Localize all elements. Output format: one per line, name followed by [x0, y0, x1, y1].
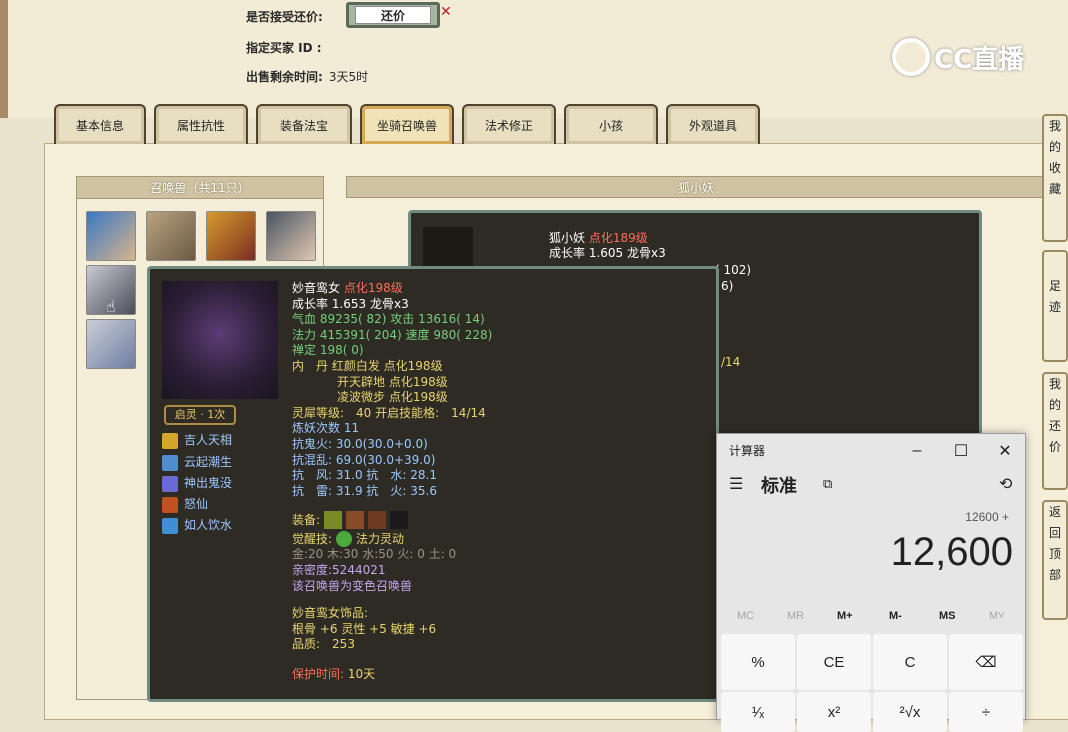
expression: 12600 +	[965, 510, 1009, 524]
watermark-logo: CC直播	[892, 34, 1038, 80]
calculator-mode: 标准	[761, 476, 797, 496]
skill-icon	[162, 433, 178, 449]
divide-button[interactable]: ÷	[949, 692, 1023, 732]
calculator-title: 计算器	[729, 444, 766, 458]
fox-frag: /14	[721, 355, 741, 369]
equipment-slot-icon	[368, 511, 387, 530]
mouse-cursor-icon: ☝	[106, 297, 116, 316]
summon-avatar[interactable]	[86, 319, 136, 369]
equipment-slot-icon	[390, 511, 409, 530]
skill-item: 如人饮水	[162, 518, 232, 534]
side-back-to-top[interactable]: 返回顶部	[1042, 500, 1068, 620]
c-button[interactable]: C	[873, 634, 947, 690]
summon-avatar[interactable]	[266, 211, 316, 261]
summon-list-title: 召唤兽（共11只）	[77, 177, 323, 199]
mc-button[interactable]: MC	[737, 610, 754, 622]
sqrt-button[interactable]: ²√x	[873, 692, 947, 732]
ms-button[interactable]: MS	[939, 610, 956, 622]
accept-counter-label: 是否接受还价:	[246, 10, 323, 24]
lingbadge: 启灵 · 1次	[164, 405, 236, 425]
maximize-icon[interactable]: ☐	[939, 436, 983, 466]
fox-frag: 6)	[721, 279, 734, 293]
counter-offer-button[interactable]: 还价	[346, 2, 440, 28]
tab-child[interactable]: 小孩	[564, 104, 658, 144]
skill-icon	[162, 497, 178, 513]
remaining-time: 出售剩余时间: 3天5时	[246, 70, 369, 84]
display: 12,600	[890, 530, 1013, 574]
summon-portrait	[162, 281, 278, 399]
logo-icon	[892, 38, 930, 76]
summon-avatar[interactable]	[146, 211, 196, 261]
tab-attributes[interactable]: 属性抗性	[154, 104, 248, 144]
summon-avatar[interactable]	[206, 211, 256, 261]
side-favorites[interactable]: 我的收藏	[1042, 114, 1068, 242]
awaken-skill-icon	[336, 531, 353, 548]
side-my-offers[interactable]: 我的还价	[1042, 372, 1068, 490]
mr-button[interactable]: MR	[787, 610, 804, 622]
equipment-slot-icon	[324, 511, 343, 530]
reciprocal-button[interactable]: ¹⁄ₓ	[721, 692, 795, 732]
tab-mounts-summons[interactable]: 坐骑召唤兽	[360, 104, 454, 144]
skill-item: 怒仙	[162, 497, 208, 513]
close-icon[interactable]: ✕	[440, 4, 452, 20]
ce-button[interactable]: CE	[797, 634, 871, 690]
tab-equipment[interactable]: 装备法宝	[256, 104, 352, 144]
skill-icon	[162, 476, 178, 492]
percent-button[interactable]: %	[721, 634, 795, 690]
side-footprint[interactable]: 足迹	[1042, 250, 1068, 362]
fox-frag: ( 102)	[715, 263, 752, 277]
backspace-button[interactable]: ⌫	[949, 634, 1023, 690]
skill-icon	[162, 518, 178, 534]
menu-icon[interactable]: ☰	[729, 474, 743, 494]
buyer-id-label: 指定买家 ID :	[246, 41, 322, 55]
equipment-slot-icon	[346, 511, 365, 530]
skill-item: 神出鬼没	[162, 476, 232, 492]
calculator-window: 计算器 – ☐ ✕ ☰ 标准 ⧉ ⟲ 12600 + 12,600 MC MR …	[716, 433, 1027, 732]
summon-stats: 妙音鸾女 点化198级 成长率 1.653 龙骨x3 气血 89235( 82)…	[292, 281, 493, 681]
keep-on-top-icon[interactable]: ⧉	[823, 476, 832, 492]
tab-appearance[interactable]: 外观道具	[666, 104, 760, 144]
memory-list-button[interactable]: M˅	[989, 610, 1005, 622]
skill-item: 云起潮生	[162, 455, 232, 471]
skill-icon	[162, 455, 178, 471]
m-minus-button[interactable]: M-	[889, 610, 902, 622]
tab-spell-correction[interactable]: 法术修正	[462, 104, 556, 144]
detail-title: 狐小妖	[346, 176, 1046, 198]
history-icon[interactable]: ⟲	[999, 474, 1012, 494]
square-button[interactable]: x²	[797, 692, 871, 732]
m-plus-button[interactable]: M+	[837, 610, 853, 622]
tab-basic-info[interactable]: 基本信息	[54, 104, 146, 144]
skill-item: 吉人天相	[162, 433, 232, 449]
minimize-icon[interactable]: –	[895, 436, 939, 466]
summon-avatar[interactable]	[86, 211, 136, 261]
fox-portrait	[423, 227, 473, 271]
summon-tooltip: 启灵 · 1次 吉人天相 云起潮生 神出鬼没 怒仙 如人饮水 妙音鸾女 点化19…	[147, 266, 719, 702]
fox-info: 狐小妖 点化189级 成长率 1.605 龙骨x3	[549, 231, 666, 260]
memory-bar: MC MR M+ M- MS M˅	[717, 610, 1027, 632]
close-window-icon[interactable]: ✕	[983, 436, 1027, 466]
